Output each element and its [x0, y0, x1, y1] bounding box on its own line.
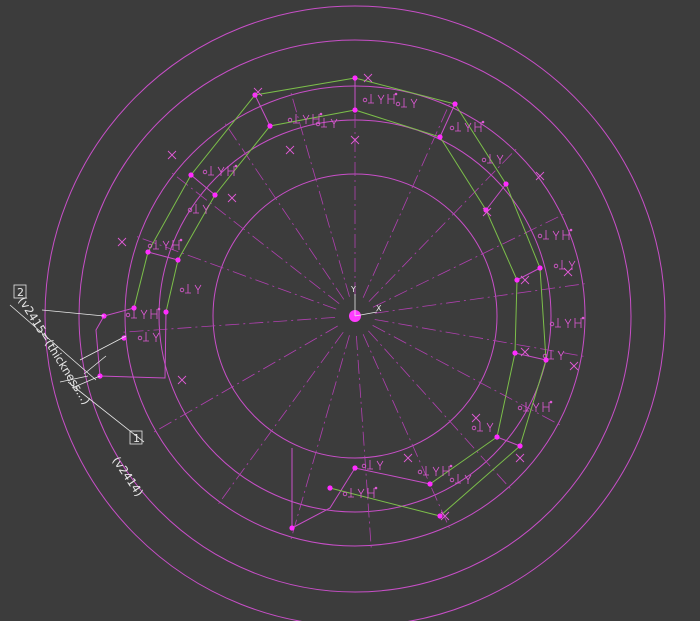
y-axis-label: Y [350, 285, 356, 294]
sketch-point-18[interactable] [145, 249, 151, 255]
sketch-point-8[interactable] [437, 134, 443, 140]
sketch-point-13[interactable] [427, 481, 433, 487]
sketch-point-22[interactable] [327, 485, 333, 491]
parallel-icon [374, 486, 378, 490]
parallel-icon [319, 112, 323, 116]
sketch-point-15[interactable] [267, 123, 273, 129]
sketch-point-1[interactable] [452, 101, 458, 107]
sketch-point-6[interactable] [437, 513, 443, 519]
sketch-point-16[interactable] [188, 172, 194, 178]
sketch-point-11[interactable] [512, 350, 518, 356]
sketch-point-12[interactable] [494, 434, 500, 440]
parallel-icon [234, 164, 238, 168]
sketch-point-2[interactable] [503, 181, 509, 187]
parallel-icon [157, 307, 161, 311]
parallel-icon [394, 92, 398, 96]
sketch-point-9[interactable] [483, 207, 489, 213]
x-axis-label: X [376, 304, 382, 313]
sketch-point-19[interactable] [175, 257, 181, 263]
sketch-point-21[interactable] [163, 309, 169, 315]
sketch-point-3[interactable] [537, 265, 543, 271]
canvas-background [0, 0, 700, 621]
sketch-point-0[interactable] [352, 75, 358, 81]
parallel-icon [179, 238, 183, 242]
sketch-point-23[interactable] [352, 465, 358, 471]
parallel-icon [581, 316, 585, 320]
parallel-icon [569, 228, 573, 232]
sketch-point-4[interactable] [543, 357, 549, 363]
sketch-point-17[interactable] [212, 192, 218, 198]
parallel-icon [549, 400, 553, 404]
sketch-point-7[interactable] [352, 107, 358, 113]
parallel-icon [449, 464, 453, 468]
sketch-point-10[interactable] [514, 277, 520, 283]
sketch-canvas[interactable]: (v2415=(thickness...) (v2414) 2 1 Y X [0, 0, 700, 621]
sketch-point-5[interactable] [517, 443, 523, 449]
sketch-point-24[interactable] [289, 525, 295, 531]
svg-text:2: 2 [17, 286, 24, 299]
parallel-icon [481, 120, 485, 124]
